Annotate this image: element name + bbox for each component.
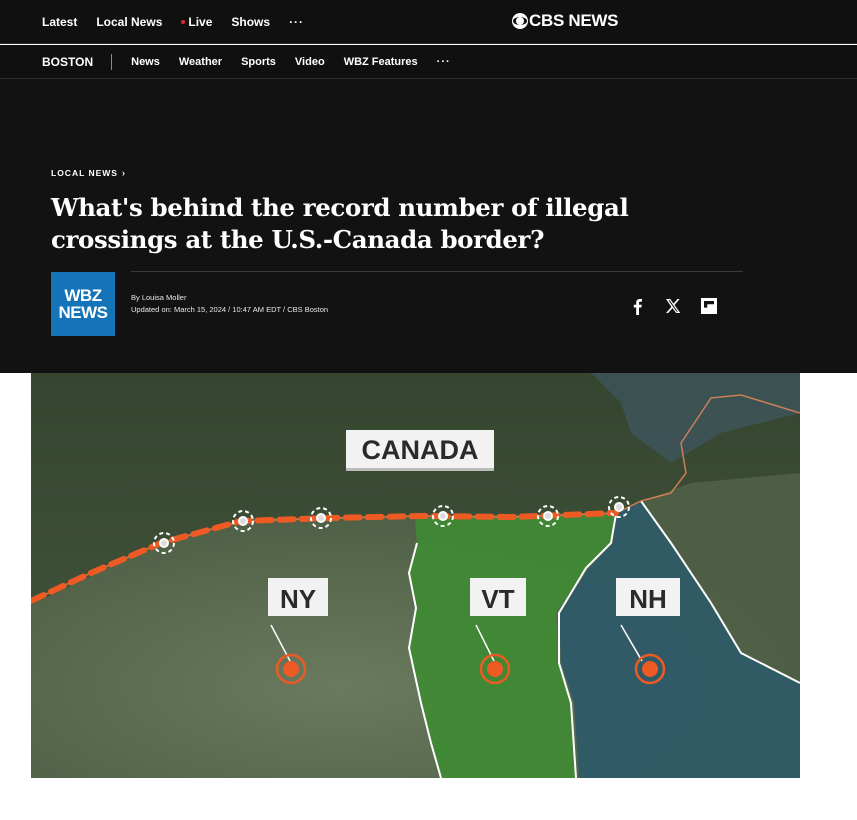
nav-latest[interactable]: Latest <box>42 15 77 29</box>
crossing-marker <box>238 516 248 526</box>
subnav-weather[interactable]: Weather <box>179 56 222 68</box>
byline: By Louisa Moller Updated on: March 15, 2… <box>131 292 328 316</box>
page-title: What's behind the record number of illeg… <box>51 192 751 256</box>
crossing-marker <box>614 502 624 512</box>
headline-line-2: crossings at the U.S.-Canada border? <box>51 225 545 254</box>
flipboard-icon <box>701 298 717 314</box>
divider <box>131 271 743 272</box>
logo-line-2: NEWS <box>58 303 109 322</box>
headline-line-1: What's behind the record number of illeg… <box>51 193 629 222</box>
crossing-marker <box>543 511 553 521</box>
wbz-news-logo: WBZ NEWS <box>51 272 115 336</box>
facebook-icon <box>633 298 642 315</box>
top-nav-bar: Latest Local News Live Shows ··· CBS NEW… <box>0 0 857 44</box>
canada-label-shadow <box>346 468 494 471</box>
flipboard-share-button[interactable] <box>699 296 719 316</box>
subnav-video[interactable]: Video <box>295 56 325 68</box>
top-nav: Latest Local News Live Shows ··· <box>42 0 323 44</box>
nav-live-label: Live <box>188 15 213 29</box>
x-icon <box>666 299 681 313</box>
nav-shows[interactable]: Shows <box>231 15 270 29</box>
more-menu-button[interactable]: ··· <box>289 15 304 29</box>
x-share-button[interactable] <box>663 296 683 316</box>
subnav-news[interactable]: News <box>131 56 160 68</box>
local-station-name[interactable]: BOSTON <box>42 54 113 70</box>
subnav-more-button[interactable]: ··· <box>437 56 451 68</box>
canada-label: CANADA <box>362 435 479 465</box>
chevron-right-icon: › <box>121 168 126 178</box>
nh-label: NH <box>629 584 667 614</box>
subnav-wbz-features[interactable]: WBZ Features <box>344 56 418 68</box>
cbs-eye-icon <box>512 13 528 29</box>
live-dot-icon <box>181 20 186 24</box>
vt-label: VT <box>481 584 514 614</box>
article-header: LOCAL NEWS › What's behind the record num… <box>0 79 857 373</box>
local-nav: BOSTON News Weather Sports Video WBZ Fea… <box>42 45 470 79</box>
border-map: CANADA NY VT NH <box>31 373 800 778</box>
ny-label: NY <box>280 584 316 614</box>
author: By Louisa Moller <box>131 293 187 302</box>
crossing-marker <box>438 511 448 521</box>
brand-name: CBS NEWS <box>529 11 619 30</box>
category-label: LOCAL NEWS <box>51 168 118 178</box>
local-nav-bar: BOSTON News Weather Sports Video WBZ Fea… <box>0 45 857 79</box>
nav-local-news[interactable]: Local News <box>96 15 162 29</box>
logo-line-1: WBZ <box>64 286 102 305</box>
nh-target-dot <box>642 661 658 677</box>
cbs-news-logo[interactable]: CBS NEWS <box>512 10 619 32</box>
crossing-marker <box>316 513 326 523</box>
nav-live[interactable]: Live <box>181 15 212 29</box>
vt-target-dot <box>487 661 503 677</box>
ny-target-dot <box>283 661 299 677</box>
subnav-sports[interactable]: Sports <box>241 56 276 68</box>
facebook-share-button[interactable] <box>627 296 647 316</box>
article-category-link[interactable]: LOCAL NEWS › <box>51 168 126 178</box>
crossing-marker <box>159 538 169 548</box>
updated-timestamp: Updated on: March 15, 2024 / 10:47 AM ED… <box>131 305 329 314</box>
article-hero-image: CANADA NY VT NH <box>31 373 800 778</box>
